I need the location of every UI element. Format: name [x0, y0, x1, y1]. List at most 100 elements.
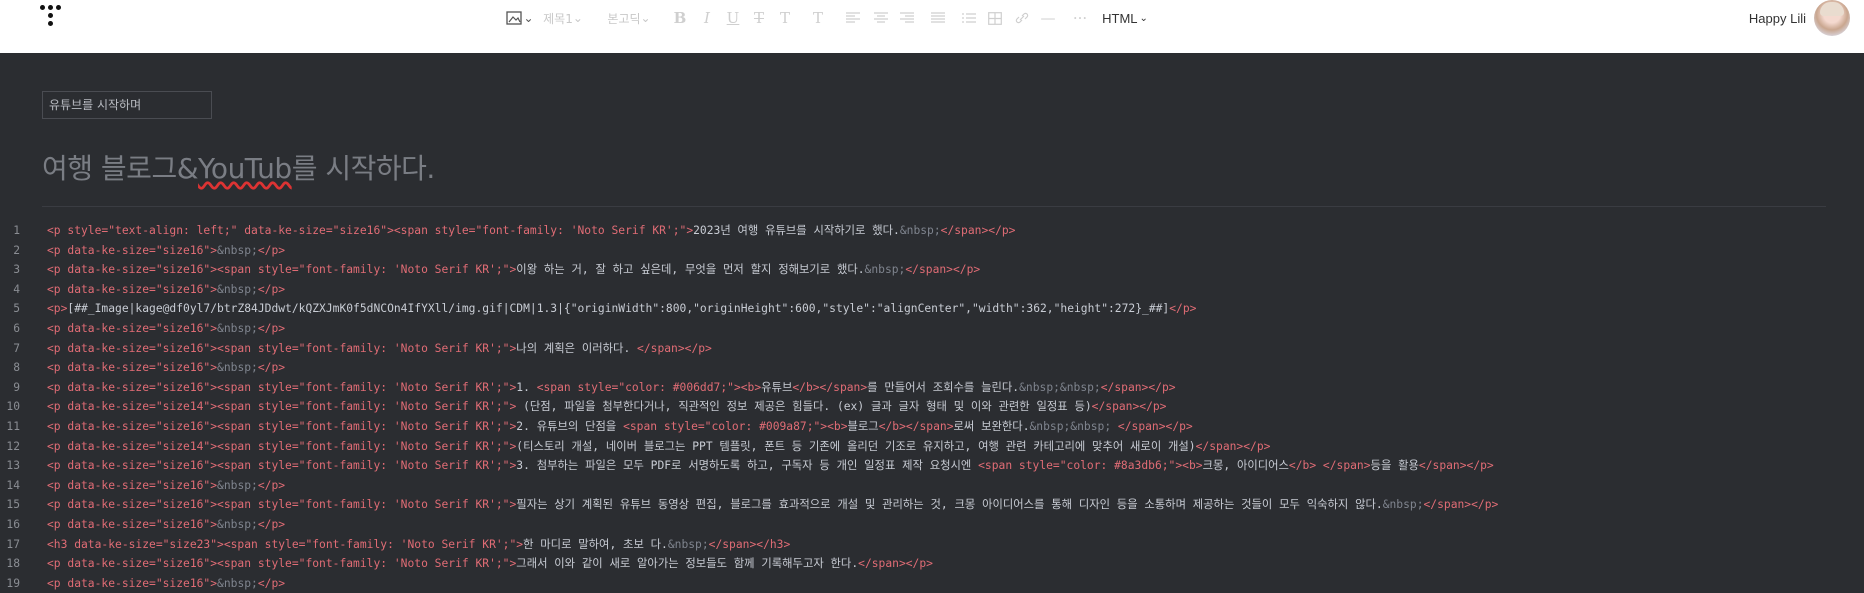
code-line[interactable]: 10 <p data-ke-size="size14"><span style="… — [0, 397, 1864, 417]
align-left-button[interactable] — [838, 6, 868, 30]
code-text: 크몽, 아이디어스 — [1202, 459, 1289, 473]
line-content: <p data-ke-size="size16">&nbsp;</p> — [47, 515, 285, 535]
line-content: <p data-ke-size="size16"><span style="fo… — [47, 378, 1176, 398]
code-line[interactable]: 5 <p>[##_Image|kage@df0yl7/btrZ84JDdwt/kQ… — [0, 299, 1864, 319]
list-icon — [962, 13, 976, 23]
code-entity: &nbsp; — [217, 243, 258, 257]
line-content: <p data-ke-size="size14"><span style="fo… — [47, 437, 1270, 457]
code-text: [##_Image|kage@df0yl7/btrZ84JDdwt/kQZXJm… — [67, 302, 1170, 316]
strikethrough-button[interactable]: T — [746, 6, 772, 30]
line-content: <p data-ke-size="size16">&nbsp;</p> — [47, 241, 285, 261]
align-center-icon — [874, 12, 888, 23]
post-title-field[interactable]: 여행 블로그&YouTub를 시작하다. — [42, 147, 435, 187]
horizontal-rule-button[interactable]: — — [1036, 6, 1060, 30]
line-number: 18 — [6, 557, 20, 571]
code-tag: </span></p> — [940, 224, 1016, 237]
code-text: 그래서 이와 같이 새로 알아가는 정보들도 함께 기록해두고자 한다. — [516, 557, 859, 571]
line-content: <p data-ke-size="size16">&nbsp;</p> — [47, 319, 285, 339]
more-button[interactable]: ··· — [1060, 6, 1100, 30]
code-entity: &nbsp; — [667, 537, 709, 551]
code-text: 2. 유튜브의 단점을 — [516, 419, 624, 433]
code-tag: <p data-ke-size="size16"><span style="fo… — [47, 459, 517, 473]
code-entity: &nbsp; — [899, 224, 941, 237]
code-tag: </span></p> — [1100, 380, 1176, 394]
code-text: 로써 보완한다. — [953, 419, 1030, 433]
table-icon — [988, 11, 1002, 25]
line-content: <p data-ke-size="size16"><span style="fo… — [47, 495, 1498, 515]
line-number: 11 — [6, 419, 20, 433]
line-number: 6 — [13, 321, 20, 335]
code-tag: <span style="color: #006dd7;"><b> — [536, 380, 762, 394]
code-line[interactable]: 3 <p data-ke-size="size16"><span style="f… — [0, 260, 1864, 280]
font-dropdown[interactable]: 본고딕 ⌄ — [592, 6, 666, 30]
list-button[interactable] — [956, 6, 982, 30]
code-entity: &nbsp;&nbsp; — [1019, 380, 1101, 394]
line-number: 17 — [6, 537, 20, 551]
code-line[interactable]: 13 <p data-ke-size="size16"><span style="… — [0, 456, 1864, 476]
code-tag: <h3 data-ke-size="size23"><span style="f… — [47, 537, 524, 551]
code-line[interactable]: 14 <p data-ke-size="size16">&nbsp;</p> — [0, 476, 1864, 496]
code-tag: </span></p> — [905, 263, 981, 277]
more-icon: ··· — [1072, 9, 1088, 27]
chevron-down-icon: ⌄ — [1139, 12, 1148, 24]
code-line[interactable]: 4 <p data-ke-size="size16">&nbsp;</p> — [0, 280, 1864, 300]
align-justify-button[interactable] — [920, 6, 956, 30]
bold-button[interactable]: B — [666, 6, 694, 30]
paragraph-style-dropdown[interactable]: 제목1 ⌄ — [534, 6, 592, 30]
line-number: 5 — [13, 302, 20, 316]
code-tag: <span style="color: #009a87;"><b> — [623, 419, 848, 433]
line-content: <p data-ke-size="size16"><span style="fo… — [47, 260, 980, 280]
avatar[interactable] — [1814, 0, 1850, 36]
code-line[interactable]: 8 <p data-ke-size="size16">&nbsp;</p> — [0, 358, 1864, 378]
editor-mode-dropdown[interactable]: HTML ⌄ — [1100, 6, 1150, 30]
code-entity: &nbsp; — [217, 517, 258, 531]
code-tag: <p data-ke-size="size16"><span style="fo… — [47, 419, 517, 433]
code-tag: </span></p> — [1195, 439, 1271, 453]
align-right-button[interactable] — [894, 6, 920, 30]
code-entity: &nbsp; — [1382, 498, 1424, 512]
line-content: <p>[##_Image|kage@df0yl7/btrZ84JDdwt/kQZ… — [47, 299, 1196, 319]
align-center-button[interactable] — [868, 6, 894, 30]
code-text: 1. — [516, 380, 537, 394]
font-label: 본고딕 — [607, 11, 641, 26]
code-line[interactable]: 16 <p data-ke-size="size16">&nbsp;</p> — [0, 515, 1864, 535]
user-menu[interactable]: Happy Lili — [1749, 0, 1850, 36]
horizontal-rule-icon: — — [1040, 9, 1056, 27]
table-button[interactable] — [982, 6, 1008, 30]
code-tag: </p> — [257, 243, 286, 257]
html-editor-area: 유튜브를 시작하며 여행 블로그&YouTub를 시작하다. 1 <p style… — [0, 53, 1864, 590]
link-button[interactable] — [1008, 6, 1036, 30]
italic-button[interactable]: I — [694, 6, 720, 30]
code-line[interactable]: 19 <p data-ke-size="size16">&nbsp;</p> — [0, 574, 1864, 593]
background-color-button[interactable]: T — [798, 6, 838, 30]
text-color-button[interactable]: T — [772, 6, 798, 30]
code-tag: </p> — [257, 361, 286, 375]
code-entity: &nbsp; — [217, 321, 258, 335]
code-line[interactable]: 9 <p data-ke-size="size16"><span style="f… — [0, 378, 1864, 398]
line-content: <p data-ke-size="size16">&nbsp;</p> — [47, 280, 285, 300]
code-line[interactable]: 1 <p style="text-align: left;" data-ke-si… — [0, 221, 1864, 241]
code-editor[interactable]: 1 <p style="text-align: left;" data-ke-si… — [0, 221, 1864, 593]
code-line[interactable]: 12 <p data-ke-size="size14"><span style="… — [0, 437, 1864, 457]
image-icon — [506, 11, 523, 25]
code-line[interactable]: 18 <p data-ke-size="size16"><span style="… — [0, 554, 1864, 574]
code-text: 한 마디로 말하여, 초보 다. — [523, 537, 668, 551]
code-text: (티스토리 개설, 네이버 블로그는 PPT 템플릿, 폰트 등 기존에 올리던… — [516, 439, 1196, 453]
align-left-icon — [846, 12, 860, 23]
code-line[interactable]: 15 <p data-ke-size="size16"><span style="… — [0, 495, 1864, 515]
code-line[interactable]: 11 <p data-ke-size="size16"><span style="… — [0, 417, 1864, 437]
code-line[interactable]: 7 <p data-ke-size="size16"><span style="f… — [0, 339, 1864, 359]
code-line[interactable]: 6 <p data-ke-size="size16">&nbsp;</p> — [0, 319, 1864, 339]
code-tag: <p data-ke-size="size16"> — [47, 243, 218, 257]
code-tag: </span></p> — [637, 341, 712, 355]
insert-image-button[interactable]: ⌄ — [506, 6, 534, 30]
code-text: (단점, 파일을 첨부한다거나, 직관적인 정보 제공은 힘들다. (ex) 글… — [516, 400, 1092, 414]
menu-logo-icon[interactable] — [40, 5, 68, 33]
category-field[interactable]: 유튜브를 시작하며 — [42, 91, 212, 119]
underline-button[interactable]: U — [720, 6, 746, 30]
line-content: <p style="text-align: left;" data-ke-siz… — [47, 221, 1015, 241]
code-line[interactable]: 17 <h3 data-ke-size="size23"><span style=… — [0, 535, 1864, 555]
code-tag: <p data-ke-size="size16"><span style="fo… — [47, 341, 517, 355]
code-text: 를 만들어서 조회수를 늘린다. — [867, 380, 1020, 394]
code-line[interactable]: 2 <p data-ke-size="size16">&nbsp;</p> — [0, 241, 1864, 261]
